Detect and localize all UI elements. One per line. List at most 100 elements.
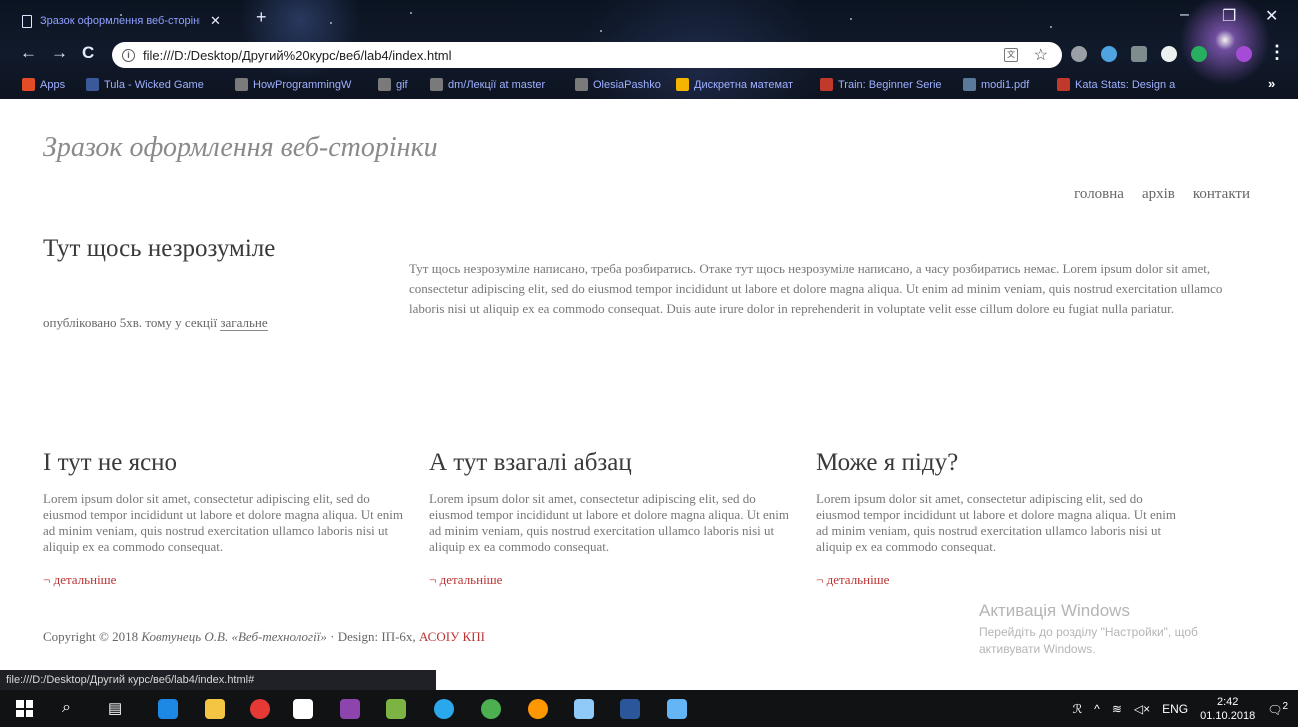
site-title: Зразок оформлення веб-сторінки xyxy=(43,132,438,163)
edge-icon[interactable] xyxy=(158,699,178,719)
back-button[interactable]: ← xyxy=(20,43,37,63)
extension-puzzle-icon[interactable] xyxy=(1131,46,1147,62)
volume-muted-icon[interactable]: ◁× xyxy=(1134,702,1150,716)
section-link[interactable]: загальне xyxy=(220,315,268,331)
bookmark-item[interactable]: Tula - Wicked Game xyxy=(86,78,204,91)
footer-copyright: Copyright © 2018 xyxy=(43,629,139,644)
nav-link-contacts[interactable]: контакти xyxy=(1193,186,1250,203)
close-tab-icon[interactable]: ✕ xyxy=(210,13,221,29)
decor-star xyxy=(330,22,332,24)
restore-icon[interactable]: ❐ xyxy=(1222,6,1236,26)
bookmark-item[interactable]: dm/Лекції at master xyxy=(430,78,545,91)
chrome-icon[interactable] xyxy=(250,699,270,719)
extension-grammarly-icon[interactable] xyxy=(1191,46,1207,62)
column-heading: А тут взагалі абзац xyxy=(429,449,632,476)
show-hidden-icons-icon[interactable]: ^ xyxy=(1094,702,1100,716)
bookmark-item[interactable]: OlesiaPashko xyxy=(575,78,661,91)
bookmark-item[interactable]: Apps xyxy=(22,78,65,91)
bookmark-item[interactable]: Train: Beginner Serie xyxy=(820,78,942,91)
reload-button[interactable]: C xyxy=(82,43,94,63)
taskbar: ⌕ ▤ ℛ ^ ≋ ◁× ENG 2:42 01.10.2018 🗨2 xyxy=(0,690,1298,727)
new-tab-button[interactable]: + xyxy=(256,7,267,28)
footer-org-link[interactable]: АСОІУ КПІ xyxy=(419,629,485,644)
wifi-icon[interactable]: ≋ xyxy=(1112,702,1122,716)
telegram-icon[interactable] xyxy=(434,699,454,719)
browser-menu-icon[interactable]: ⋮ xyxy=(1268,42,1286,63)
bookmark-item[interactable]: HowProgrammingW xyxy=(235,78,351,91)
column-2: А тут взагалі абзац Lorem ipsum dolor si… xyxy=(429,449,799,589)
clock[interactable]: 2:42 01.10.2018 xyxy=(1200,695,1255,723)
info-icon[interactable]: i xyxy=(122,48,135,62)
minimize-icon[interactable]: – xyxy=(1180,6,1189,24)
decor-star xyxy=(1050,26,1052,28)
paint-icon[interactable] xyxy=(574,699,594,719)
codewars-icon xyxy=(820,78,833,91)
visual-studio-icon[interactable] xyxy=(340,699,360,719)
bookmark-item[interactable]: modi1.pdf xyxy=(963,78,1029,91)
profile-avatar[interactable] xyxy=(1236,46,1252,62)
vk-icon xyxy=(86,78,99,91)
footer-design: · Design: ІП-6х, xyxy=(330,629,416,644)
apps-icon xyxy=(22,78,35,91)
read-more-link[interactable]: ¬ детальніше xyxy=(816,572,889,587)
decor-star xyxy=(600,30,602,32)
status-bar-url: file:///D:/Desktop/Другий курс/веб/lab4/… xyxy=(0,670,436,690)
image-file-icon xyxy=(963,78,976,91)
more-bookmarks-icon[interactable]: » xyxy=(1268,76,1275,91)
translate-icon[interactable]: 文 xyxy=(1004,48,1018,62)
forward-button[interactable]: → xyxy=(51,43,68,63)
file-explorer-icon[interactable] xyxy=(205,699,225,719)
intro-text: Тут щось незрозуміле написано, треба роз… xyxy=(409,261,1223,316)
page-footer: Copyright © 2018 Ковтунець О.В. «Веб-тех… xyxy=(43,629,485,645)
windows-start-icon[interactable] xyxy=(16,700,33,717)
rainbow-app-icon[interactable] xyxy=(528,699,548,719)
github-icon xyxy=(575,78,588,91)
main-nav: головна архів контакти xyxy=(1074,186,1250,203)
clock-time: 2:42 xyxy=(1216,695,1239,708)
decor-star xyxy=(850,18,852,20)
extension-globe-icon[interactable] xyxy=(1071,46,1087,62)
bookmark-item[interactable]: gif xyxy=(378,78,408,91)
people-icon[interactable]: ℛ xyxy=(1073,702,1083,716)
nav-link-archive[interactable]: архів xyxy=(1142,186,1175,203)
browser-chrome: Зразок оформлення веб-сторінки ✕ + – ❐ ✕… xyxy=(0,0,1298,99)
bookmark-item[interactable]: Дискретна математ xyxy=(676,78,793,91)
intro-heading: Тут щось незрозуміле xyxy=(43,235,276,262)
bookmarks-bar: Apps Tula - Wicked Game HowProgrammingW … xyxy=(0,74,1298,96)
column-1: І тут не ясно Lorem ipsum dolor sit amet… xyxy=(43,449,413,589)
windows-activation-watermark: Активація Windows Перейдіть до розділу "… xyxy=(979,601,1249,658)
language-indicator[interactable]: ENG xyxy=(1162,702,1188,716)
nav-link-home[interactable]: головна xyxy=(1074,186,1124,203)
web-page: Зразок оформлення веб-сторінки головна а… xyxy=(0,99,1298,670)
close-window-icon[interactable]: ✕ xyxy=(1265,6,1278,26)
bookmark-item[interactable]: Kata Stats: Design a xyxy=(1057,78,1175,91)
column-heading: Може я піду? xyxy=(816,449,959,476)
bookmark-star-icon[interactable]: ☆ xyxy=(1034,45,1048,65)
read-more-link[interactable]: ¬ детальніше xyxy=(429,572,502,587)
github-icon xyxy=(430,78,443,91)
store-icon[interactable] xyxy=(293,699,313,719)
column-text: Lorem ipsum dolor sit amet, consectetur … xyxy=(816,491,1176,554)
tab-title: Зразок оформлення веб-сторінки xyxy=(40,15,200,27)
address-url: file:///D:/Desktop/Другий%20курс/веб/lab… xyxy=(143,47,452,63)
extension-earth-icon[interactable] xyxy=(1101,46,1117,62)
task-view-icon[interactable]: ▤ xyxy=(108,699,128,719)
codewars-icon xyxy=(1057,78,1070,91)
search-icon[interactable]: ⌕ xyxy=(62,699,82,719)
address-bar[interactable]: i file:///D:/Desktop/Другий%20курс/веб/l… xyxy=(112,42,1062,68)
page-icon xyxy=(22,14,32,28)
meta-prefix: опубліковано 5хв. тому у секції xyxy=(43,315,218,330)
footer-author: Ковтунець О.В. «Веб-технології» xyxy=(141,629,327,644)
folder-icon xyxy=(235,78,248,91)
extension-shield-icon[interactable] xyxy=(1161,46,1177,62)
read-more-link[interactable]: ¬ детальніше xyxy=(43,572,116,587)
utorrent-icon[interactable] xyxy=(481,699,501,719)
page-icon xyxy=(378,78,391,91)
app-icon[interactable] xyxy=(667,699,687,719)
notifications-icon[interactable]: 🗨2 xyxy=(1267,701,1288,717)
word-icon[interactable] xyxy=(620,699,640,719)
column-text: Lorem ipsum dolor sit amet, consectetur … xyxy=(429,491,789,554)
browser-tab[interactable]: Зразок оформлення веб-сторінки ✕ xyxy=(22,8,242,34)
system-tray: ℛ ^ ≋ ◁× ENG 2:42 01.10.2018 🗨2 xyxy=(1073,690,1288,727)
notepad-icon[interactable] xyxy=(386,699,406,719)
